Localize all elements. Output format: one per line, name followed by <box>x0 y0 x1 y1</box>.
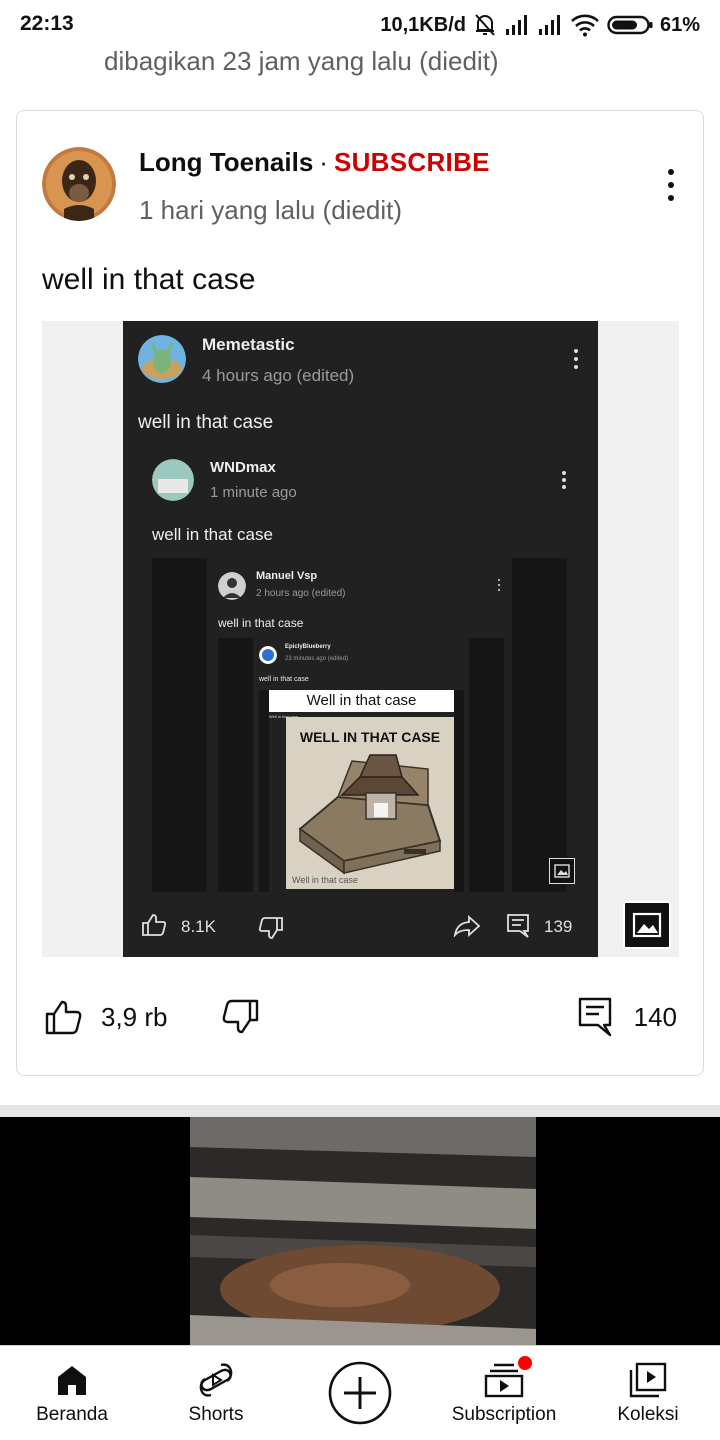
embedded-text: well in that case <box>138 412 274 433</box>
embedded-avatar <box>152 459 194 501</box>
shorts-icon <box>199 1363 233 1397</box>
embedded-action-bar: 8.1K 139 <box>123 894 598 957</box>
home-icon <box>58 1366 86 1395</box>
embedded-author: Memetastic <box>202 335 295 354</box>
embedded-comment-icon <box>507 914 529 938</box>
nav-label: Shorts <box>188 1404 244 1425</box>
nav-koleksi[interactable]: Koleksi <box>598 1346 698 1440</box>
status-time: 22:13 <box>20 12 74 35</box>
nav-label: Subscription <box>451 1404 557 1425</box>
embedded-multi-image-icon <box>549 858 575 884</box>
embedded-time: 23 minutes ago (edited) <box>285 656 349 662</box>
separator-dot: · <box>319 147 328 177</box>
subscribe-button[interactable]: SUBSCRIBE <box>334 147 490 178</box>
embedded-more-icon <box>572 349 580 369</box>
status-bar: 22:13 10,1KB/d 61% <box>0 0 720 50</box>
subscriptions-icon <box>484 1363 524 1398</box>
video-thumbnail[interactable] <box>0 1117 720 1345</box>
comments-button[interactable]: 140 <box>578 997 677 1037</box>
signal-icon <box>505 15 527 35</box>
embedded-like-icon <box>142 914 167 936</box>
embedded-time: 4 hours ago (edited) <box>202 366 355 385</box>
embedded-time: 1 minute ago <box>210 484 297 501</box>
author-line: Long Toenails · SUBSCRIBE <box>139 147 490 178</box>
embedded-text: well in that case <box>152 525 273 544</box>
status-right: 10,1KB/d 61% <box>380 10 700 40</box>
section-divider <box>0 1105 720 1117</box>
embedded-more-icon <box>497 579 501 591</box>
video-frame <box>190 1117 536 1345</box>
avatar[interactable] <box>42 147 116 221</box>
embedded-more-icon <box>560 471 568 489</box>
post-image[interactable]: Memetastic 4 hours ago (edited) well in … <box>42 321 679 957</box>
dislike-button[interactable] <box>221 999 259 1040</box>
notification-dot <box>518 1356 532 1370</box>
embedded-text: well in that case <box>218 616 304 630</box>
embedded-author: Manuel Vsp <box>256 570 318 582</box>
embedded-time: 2 hours ago (edited) <box>256 588 346 599</box>
create-icon <box>328 1361 392 1425</box>
embedded-title: Well in that case <box>306 692 417 709</box>
library-icon <box>629 1362 667 1398</box>
embedded-like-count: 8.1K <box>181 917 216 936</box>
embedded-avatar <box>218 572 246 600</box>
nav-shorts[interactable]: Shorts <box>166 1346 266 1440</box>
meme-title: WELL IN THAT CASE <box>299 729 441 745</box>
battery-icon <box>607 15 653 35</box>
embedded-screenshot: Memetastic 4 hours ago (edited) well in … <box>123 321 598 957</box>
comment-icon <box>578 997 611 1037</box>
nav-subscription[interactable]: Subscription <box>444 1346 564 1440</box>
wifi-icon <box>571 14 599 37</box>
post-actions: 3,9 rb 140 <box>17 991 705 1051</box>
meme-caption: Well in that case <box>292 875 358 885</box>
embedded-avatar <box>259 646 277 664</box>
embedded-author: WNDmax <box>210 459 276 476</box>
embedded-share-icon <box>453 915 481 937</box>
post-time: 1 hari yang lalu (diedit) <box>139 195 403 225</box>
embedded-comment-count: 139 <box>544 917 573 936</box>
comment-count: 140 <box>633 1001 677 1032</box>
nav-label: Koleksi <box>617 1404 679 1425</box>
post-text: well in that case <box>42 263 256 296</box>
like-button[interactable]: 3,9 rb <box>45 999 168 1035</box>
like-icon <box>45 1000 82 1035</box>
nav-beranda[interactable]: Beranda <box>22 1346 122 1440</box>
nav-create[interactable] <box>322 1346 398 1440</box>
embedded-avatar <box>138 335 186 383</box>
embedded-author: EpiclyBlueberry <box>285 644 331 650</box>
battery-percent: 61% <box>659 13 700 36</box>
like-count: 3,9 rb <box>101 1001 168 1032</box>
bottom-navigation: Beranda Shorts Subscription Koleksi <box>0 1345 720 1440</box>
dislike-icon <box>222 999 259 1034</box>
shared-time-text: dibagikan 23 jam yang lalu (diedit) <box>104 46 499 76</box>
embedded-dislike-icon <box>258 917 283 939</box>
meme-image: WELL IN THAT CASE Well in that case <box>286 717 454 889</box>
community-post-card: Long Toenails · SUBSCRIBE 1 hari yang la… <box>16 110 704 1076</box>
embedded-text: well in that case <box>259 676 309 683</box>
nav-label: Beranda <box>36 1404 108 1425</box>
mute-bell-icon <box>475 14 495 36</box>
author-name[interactable]: Long Toenails <box>139 147 313 178</box>
network-speed: 10,1KB/d <box>380 13 466 36</box>
signal-icon <box>538 15 560 35</box>
more-options-icon[interactable] <box>661 165 681 205</box>
multi-image-icon[interactable] <box>623 901 671 949</box>
